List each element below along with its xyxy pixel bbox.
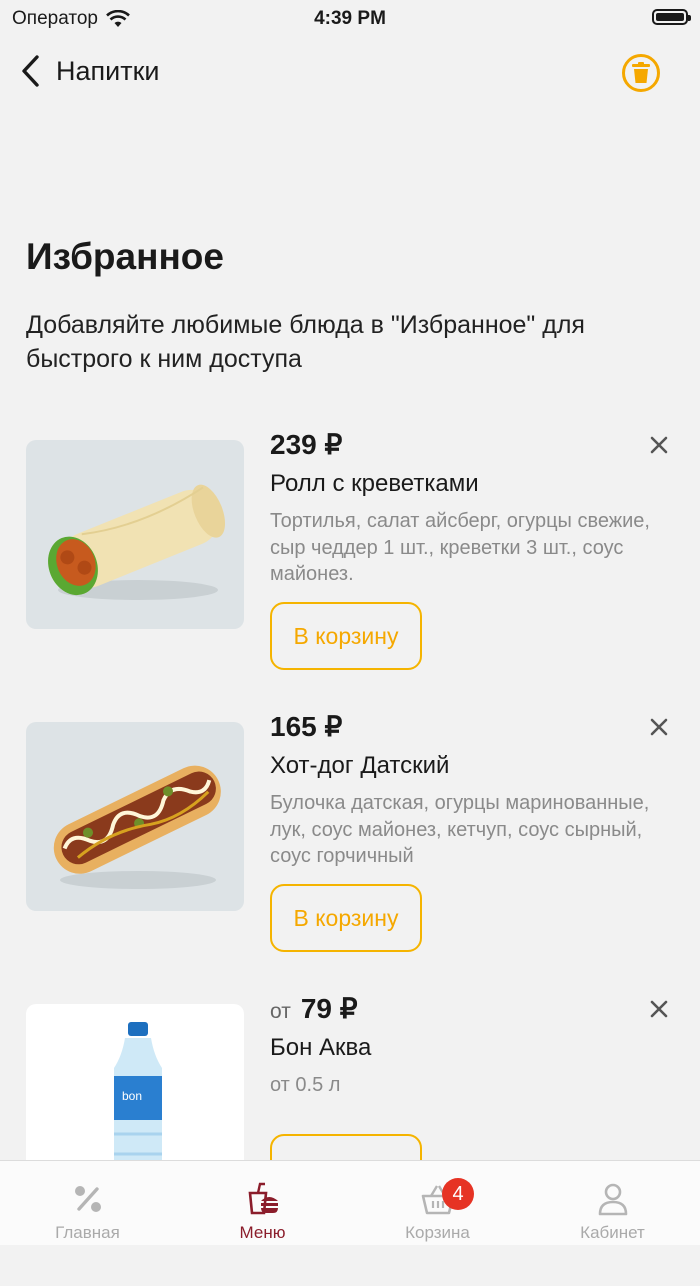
back-title: Напитки <box>56 55 160 86</box>
tab-account[interactable]: Кабинет <box>525 1161 700 1245</box>
menu-food-icon <box>248 1182 278 1215</box>
item-price-prefix: от <box>270 1000 291 1023</box>
trash-icon <box>632 62 650 83</box>
add-to-cart-button[interactable]: В корзину <box>270 602 422 670</box>
tab-bar: Главная Меню Корзина 4 Кабинет <box>0 1160 700 1245</box>
tab-account-label: Кабинет <box>580 1223 645 1242</box>
chevron-left-icon <box>22 55 39 87</box>
cart-count-badge: 4 <box>442 1178 474 1210</box>
page-subtitle: Добавляйте любимые блюда в "Избранное" д… <box>26 311 585 373</box>
battery-icon <box>652 9 691 25</box>
user-icon <box>598 1183 627 1216</box>
status-bar: Оператор 4:39 PM <box>0 0 700 36</box>
remove-item-icon[interactable] <box>648 434 670 456</box>
bottle-label-logo: bon <box>122 1089 142 1103</box>
back-button[interactable]: Напитки <box>20 54 159 88</box>
tab-menu-label: Меню <box>239 1223 286 1242</box>
favorite-item: 239 ₽ Ролл с креветками Тортилья, салат … <box>0 429 700 722</box>
item-name: Ролл с креветками <box>270 470 479 497</box>
item-description: Тортилья, салат айсберг, огурцы свежие, … <box>270 510 650 585</box>
percent-icon <box>74 1186 101 1212</box>
page-title: Избранное <box>26 236 224 277</box>
tab-menu[interactable]: Меню <box>175 1161 350 1245</box>
add-to-cart-button[interactable]: В корзину <box>270 884 422 952</box>
nav-bar: Напитки <box>0 48 700 98</box>
item-name: Хот-дог Датский <box>270 752 450 779</box>
item-description: Булочка датская, огурцы маринованные, лу… <box>270 792 650 867</box>
favorite-item: 165 ₽ Хот-дог Датский Булочка датская, о… <box>0 711 700 1004</box>
item-image-hotdog[interactable] <box>26 722 244 911</box>
tab-home[interactable]: Главная <box>0 1161 175 1245</box>
item-name: Бон Аква <box>270 1034 372 1061</box>
item-price: 165 ₽ <box>270 711 343 742</box>
tab-cart[interactable]: Корзина <box>350 1161 525 1245</box>
item-price-value: 79 ₽ <box>300 993 358 1024</box>
remove-item-icon[interactable] <box>648 716 670 738</box>
clock: 4:39 PM <box>314 8 386 29</box>
item-description: от 0.5 л <box>270 1074 341 1096</box>
item-image-roll[interactable] <box>26 440 244 629</box>
tab-home-label: Главная <box>55 1223 120 1242</box>
tab-cart-label: Корзина <box>405 1223 470 1242</box>
item-price: от 79 ₽ <box>270 992 358 1025</box>
trash-button[interactable] <box>622 54 660 92</box>
remove-item-icon[interactable] <box>648 998 670 1020</box>
item-price: 239 ₽ <box>270 429 343 460</box>
